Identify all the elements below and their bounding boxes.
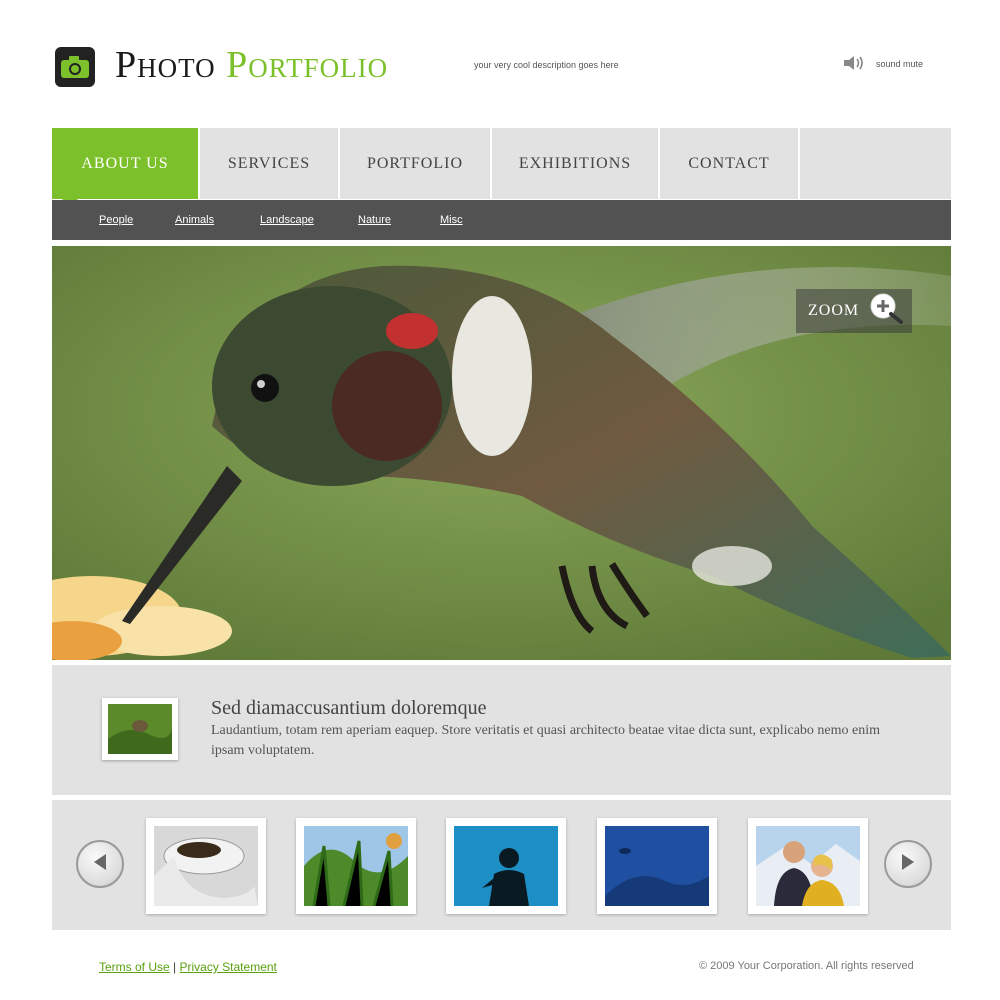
main-nav: ABOUT US SERVICES PORTFOLIO EXHIBITIONS … xyxy=(52,128,951,207)
subnav-item-nature[interactable]: Nature xyxy=(358,214,391,226)
carousel-thumb-grass[interactable] xyxy=(296,818,416,914)
carousel-next-button[interactable] xyxy=(884,840,932,888)
footer-separator: | xyxy=(173,960,177,974)
nav-item-label: ABOUT US xyxy=(81,154,169,172)
carousel-thumb-couple[interactable] xyxy=(748,818,868,914)
nav-item-exhibitions[interactable]: EXHIBITIONS xyxy=(492,128,660,199)
zoom-plus-icon xyxy=(869,292,904,331)
site-title-word2: Portfolio xyxy=(226,44,389,86)
nav-item-portfolio[interactable]: PORTFOLIO xyxy=(340,128,492,199)
site-title-word1: Photo xyxy=(115,44,216,86)
arrow-left-icon xyxy=(91,852,109,877)
subnav-item-animals[interactable]: Animals xyxy=(175,214,214,226)
zoom-button[interactable]: ZOOM xyxy=(796,289,912,333)
carousel-thumb-aquarium[interactable] xyxy=(446,818,566,914)
nav-item-label: PORTFOLIO xyxy=(366,154,464,172)
sound-mute-label: sound mute xyxy=(876,59,924,69)
nav-item-label: SERVICES xyxy=(227,154,311,172)
nav-item-about-us[interactable]: ABOUT US xyxy=(52,128,200,207)
nav-item-contact[interactable]: CONTACT xyxy=(660,128,800,199)
zoom-label: ZOOM xyxy=(808,302,860,319)
nav-item-label: EXHIBITIONS xyxy=(518,154,632,172)
footer-links: Terms of Use | Privacy Statement xyxy=(99,960,277,974)
nav-item-services[interactable]: SERVICES xyxy=(200,128,340,199)
speaker-icon xyxy=(842,54,866,74)
terms-of-use-link[interactable]: Terms of Use xyxy=(99,960,170,974)
privacy-statement-link[interactable]: Privacy Statement xyxy=(180,960,277,974)
sub-nav: People Animals Landscape Nature Misc xyxy=(52,200,951,240)
caption-body: Laudantium, totam rem aperiam eaquep. St… xyxy=(211,723,881,758)
arrow-right-icon xyxy=(899,852,917,877)
caption-title: Sed diamaccusantium doloremque xyxy=(211,697,487,719)
camera-logo-icon xyxy=(55,47,95,87)
site-title: Photo Portfolio xyxy=(115,40,388,90)
carousel-prev-button[interactable] xyxy=(76,840,124,888)
subnav-item-people[interactable]: People xyxy=(99,214,133,226)
caption-thumbnail[interactable] xyxy=(102,698,178,760)
subnav-item-landscape[interactable]: Landscape xyxy=(260,214,314,226)
sound-mute-toggle[interactable]: sound mute xyxy=(842,54,923,74)
carousel-thumb-underwater[interactable] xyxy=(597,818,717,914)
nav-item-label: CONTACT xyxy=(688,154,770,172)
copyright-text: © 2009 Your Corporation. All rights rese… xyxy=(699,960,914,972)
carousel-thumb-coffee[interactable] xyxy=(146,818,266,914)
subnav-item-misc[interactable]: Misc xyxy=(440,214,463,226)
site-tagline: your very cool description goes here xyxy=(474,60,619,70)
